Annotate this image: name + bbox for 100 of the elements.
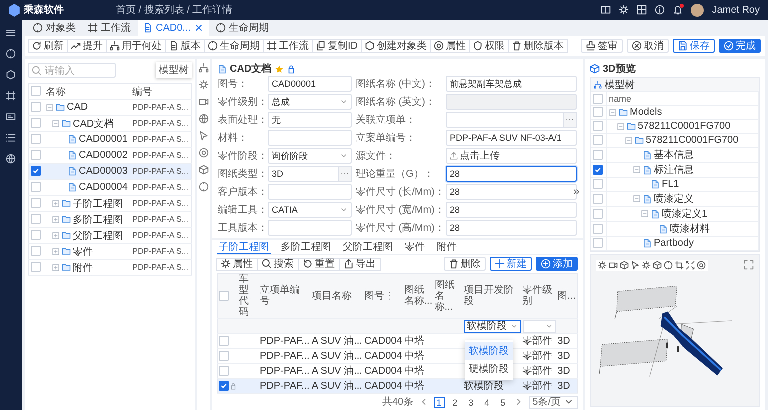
tree-item-label[interactable]: 子阶工程图 xyxy=(73,196,123,210)
cursor-icon[interactable] xyxy=(198,131,208,141)
text-field[interactable]: 28 xyxy=(446,220,577,236)
checkbox[interactable] xyxy=(31,246,41,256)
toolbar-button[interactable]: 工作流 xyxy=(263,39,313,53)
list-icon[interactable] xyxy=(6,133,16,143)
page-size-select[interactable]: 5条/页 xyxy=(528,396,578,408)
toolbar-button[interactable]: 提升 xyxy=(67,39,107,53)
checkbox[interactable] xyxy=(31,182,41,192)
tree-item-label[interactable]: Models xyxy=(630,107,662,118)
lookup-field[interactable]: 3D xyxy=(268,166,338,182)
viewport[interactable] xyxy=(590,254,760,407)
more-button[interactable] xyxy=(563,112,577,128)
frame-icon[interactable] xyxy=(6,91,16,101)
text-field[interactable]: PDP-PAF-A SUV NF-03-A/1 xyxy=(446,130,577,146)
toolbar-button[interactable]: 权限 xyxy=(469,39,509,53)
page-button[interactable]: 2 xyxy=(450,396,461,408)
expand-icon[interactable] xyxy=(52,248,60,256)
page-button[interactable]: 5 xyxy=(498,396,509,408)
upload-field[interactable]: 点击上传 xyxy=(446,148,577,164)
collapse-icon[interactable] xyxy=(46,104,54,112)
settings-icon[interactable] xyxy=(619,5,630,15)
gear-icon[interactable] xyxy=(198,80,208,90)
tree-item-label[interactable]: 附件 xyxy=(73,260,93,274)
action-button[interactable]: 新建 xyxy=(490,257,532,271)
tree-item-label[interactable]: CAD00002 xyxy=(79,150,128,161)
checkbox[interactable] xyxy=(219,290,229,301)
checkbox[interactable] xyxy=(31,102,41,112)
collapse-icon[interactable] xyxy=(617,122,625,130)
filter-select[interactable] xyxy=(522,320,556,332)
tree-item-label[interactable]: 多阶工程图 xyxy=(73,212,123,226)
tree-item-label[interactable]: 喷漆定义1 xyxy=(662,207,708,221)
expand-icon[interactable] xyxy=(52,232,60,240)
checkbox[interactable] xyxy=(593,208,603,219)
checkbox[interactable] xyxy=(593,150,603,160)
card-icon[interactable] xyxy=(6,112,16,122)
hexagon-icon[interactable] xyxy=(6,70,16,80)
tree-item-label[interactable]: 578211C0001FG700 xyxy=(638,121,731,132)
tab[interactable]: 附件 xyxy=(435,240,459,254)
cube-icon[interactable] xyxy=(198,165,208,175)
tree-item-label[interactable]: CAD文档 xyxy=(73,116,114,130)
text-field[interactable]: 无 xyxy=(268,112,352,128)
dropdown-option[interactable]: 软模阶段 xyxy=(465,342,514,360)
checkbox[interactable] xyxy=(593,179,603,190)
tree-item-label[interactable]: 578211C0001FG700 xyxy=(646,135,739,146)
model-drawing[interactable] xyxy=(599,286,732,377)
info-icon[interactable] xyxy=(655,5,666,15)
collapse-icon[interactable] xyxy=(52,120,60,128)
tree-item-label[interactable]: 喷漆定义 xyxy=(654,192,694,206)
checkbox[interactable] xyxy=(593,224,603,234)
toolbar-button[interactable]: 生命周期 xyxy=(204,39,264,53)
collapse-icon[interactable] xyxy=(633,195,641,203)
tool-button[interactable]: 搜索 xyxy=(257,258,299,270)
lookup-field[interactable] xyxy=(446,112,563,128)
action-button[interactable]: 完成 xyxy=(719,39,761,53)
grid-icon[interactable] xyxy=(637,5,648,15)
action-button[interactable]: 签审 xyxy=(581,39,623,53)
action-button[interactable]: 取消 xyxy=(627,39,669,53)
checkbox[interactable] xyxy=(31,166,41,176)
camera-icon[interactable] xyxy=(198,97,208,107)
text-field[interactable]: 28 xyxy=(446,166,577,182)
checkbox[interactable] xyxy=(31,262,41,272)
filter-select[interactable]: 软模阶段 xyxy=(464,320,521,332)
text-field[interactable]: 28 xyxy=(446,202,577,218)
tree-item-label[interactable]: 父阶工程图 xyxy=(73,228,123,242)
checkbox[interactable] xyxy=(593,238,603,248)
expand-icon[interactable] xyxy=(52,200,60,208)
text-field[interactable] xyxy=(268,130,352,146)
breadcrumb[interactable]: 首页 / 搜索列表 / 工作详情 xyxy=(116,3,594,17)
action-button[interactable]: 删除 xyxy=(444,257,486,271)
toolbar-button[interactable]: 用于何处 xyxy=(106,39,166,53)
cursor-icon[interactable] xyxy=(631,261,640,270)
text-field[interactable]: CAD00001 xyxy=(268,76,352,92)
gear-icon[interactable] xyxy=(642,261,651,270)
checkbox[interactable] xyxy=(31,134,41,144)
user-name[interactable]: Jamet Roy xyxy=(712,4,760,16)
more-button[interactable] xyxy=(338,166,352,182)
collapse-icon[interactable] xyxy=(609,108,617,116)
box-icon[interactable] xyxy=(653,261,662,270)
tab[interactable]: 零件 xyxy=(403,240,427,254)
tree-item-label[interactable]: CAD00001 xyxy=(79,134,128,145)
dropdown-option[interactable]: 硬模阶段 xyxy=(465,360,514,378)
tree-item-label[interactable]: 零件 xyxy=(73,244,93,258)
checkbox[interactable] xyxy=(219,381,229,392)
explode-icon[interactable] xyxy=(686,261,695,270)
camera-icon[interactable] xyxy=(609,261,618,270)
globe-icon[interactable] xyxy=(198,114,208,124)
checkbox[interactable] xyxy=(593,107,603,118)
page-button[interactable]: 3 xyxy=(466,396,477,408)
collapse-icon[interactable] xyxy=(633,166,641,174)
text-field[interactable]: 28 xyxy=(446,184,577,200)
checkbox[interactable] xyxy=(593,135,603,146)
tree-item-label[interactable]: 基本信息 xyxy=(654,148,694,162)
tree-item-label[interactable]: CAD00004 xyxy=(79,182,128,193)
tree-item-label[interactable]: FL1 xyxy=(662,179,680,190)
action-button[interactable]: 添加 xyxy=(536,257,578,271)
expand-icon[interactable] xyxy=(52,264,60,272)
checkbox[interactable] xyxy=(219,351,229,362)
tool-button[interactable]: 重置 xyxy=(298,258,340,270)
notification-icon[interactable] xyxy=(673,5,684,15)
